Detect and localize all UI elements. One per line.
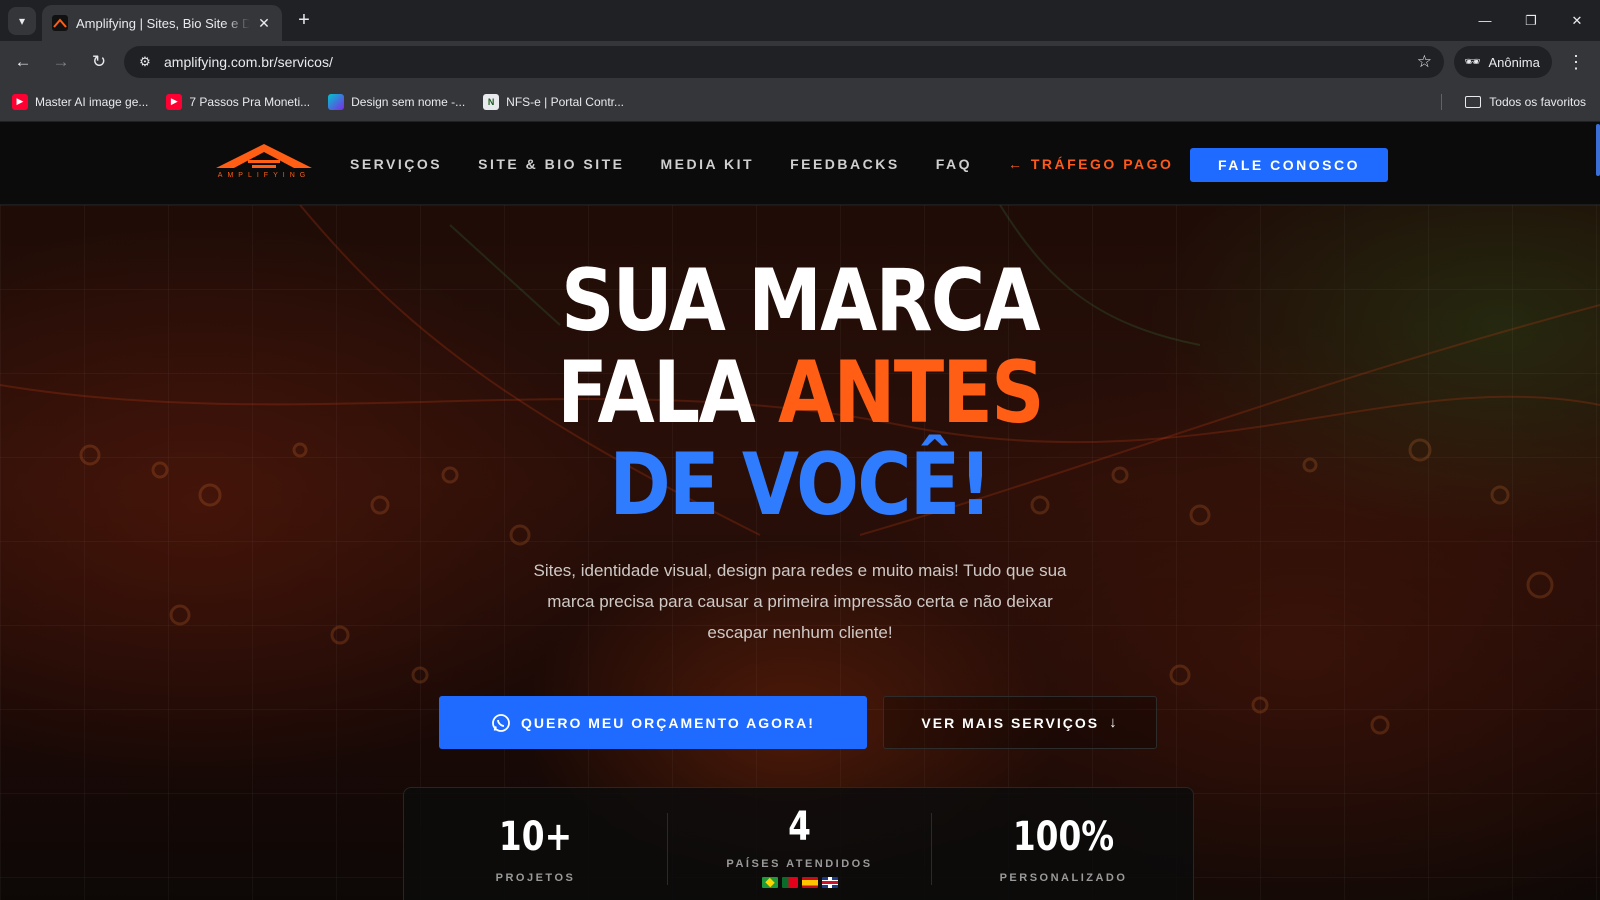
stat-label: PERSONALIZADO [999, 872, 1128, 884]
page-scrollbar[interactable] [1596, 124, 1600, 176]
tab-close-icon[interactable]: ✕ [256, 15, 272, 32]
stat-label: PROJETOS [495, 872, 576, 884]
bookmark-item[interactable]: Design sem nome -... [328, 93, 466, 110]
nav-servicos[interactable]: SERVIÇOS [350, 156, 442, 172]
stats-panel: 10+ PROJETOS 4 PAÍSES ATENDIDOS 100% PER… [403, 787, 1194, 900]
reload-icon[interactable]: ↻ [86, 49, 112, 75]
chevron-down-icon: ▾ [18, 14, 26, 28]
nav-trafego-pago[interactable]: ← TRÁFEGO PAGO [1008, 156, 1173, 172]
tab-title: Amplifying | Sites, Bio Site e Design [76, 15, 250, 31]
quote-button-label: QUERO MEU ORÇAMENTO AGORA! [521, 714, 815, 731]
brazil-flag-icon [761, 877, 778, 888]
bookmarks-bar: ▶ Master AI image ge... ▶ 7 Passos Pra M… [0, 82, 1600, 122]
forward-arrow-icon[interactable]: → [48, 49, 74, 75]
folder-icon [1465, 96, 1482, 108]
nfse-icon: N [483, 93, 500, 110]
stat-label: PAÍSES ATENDIDOS [726, 858, 873, 870]
uk-flag-icon [821, 877, 838, 888]
site-header: AMPLIFYING SERVIÇOS SITE & BIO SITE MEDI… [0, 122, 1600, 205]
amplifying-logo[interactable]: AMPLIFYING [212, 138, 316, 186]
country-flags [668, 877, 931, 888]
more-services-label: VER MAIS SERVIÇOS [921, 714, 1100, 731]
stat-countries: 4 PAÍSES ATENDIDOS [668, 788, 931, 900]
site-info-icon[interactable]: ⚙ [130, 54, 160, 70]
hero-line-2-white: FALA [557, 343, 779, 443]
bookmark-label: NFS-e | Portal Contr... [506, 94, 624, 109]
bookmark-label: Master AI image ge... [35, 94, 149, 109]
bookmark-item[interactable]: N NFS-e | Portal Contr... [483, 93, 624, 110]
hero-subtitle: Sites, identidade visual, design para re… [533, 561, 1067, 642]
window-controls: — ❐ ✕ [1462, 0, 1600, 41]
logo-text: AMPLIFYING [217, 172, 311, 179]
browser-tab-active[interactable]: Amplifying | Sites, Bio Site e Design ✕ [42, 5, 282, 41]
youtube-icon: ▶ [12, 93, 28, 110]
browser-toolbar: ← → ↻ ⚙ amplifying.com.br/servicos/ ☆ 🕶 … [0, 41, 1600, 82]
address-bar[interactable]: ⚙ amplifying.com.br/servicos/ ☆ [124, 46, 1444, 78]
close-window-icon[interactable]: ✕ [1554, 0, 1600, 41]
web-page: AMPLIFYING SERVIÇOS SITE & BIO SITE MEDI… [0, 122, 1600, 900]
nav-feedbacks[interactable]: FEEDBACKS [790, 156, 900, 172]
bookmark-item[interactable]: ▶ 7 Passos Pra Moneti... [166, 93, 311, 110]
all-bookmarks-button[interactable]: Todos os favoritos [1465, 82, 1586, 122]
hero-line-3: DE VOCÊ! [609, 435, 992, 535]
browser-menu-icon[interactable]: ⋮ [1566, 49, 1586, 75]
arrow-down-icon: ↓ [1109, 714, 1119, 731]
new-tab-button[interactable]: + [292, 9, 316, 33]
bookmark-star-icon[interactable]: ☆ [1417, 52, 1432, 72]
site-favicon-icon [52, 15, 68, 31]
youtube-icon: ▶ [166, 93, 183, 110]
stat-personalized: 100% PERSONALIZADO [932, 788, 1195, 900]
whatsapp-icon [491, 713, 511, 733]
hero-headline: SUA MARCA FALA ANTES DE VOCÊ! [112, 255, 1488, 531]
back-arrow-icon[interactable]: ← [10, 49, 36, 75]
hero-line-2-orange: ANTES [778, 343, 1045, 443]
restore-icon[interactable]: ❐ [1508, 0, 1554, 41]
nav-media-kit[interactable]: MEDIA KIT [661, 156, 755, 172]
main-nav: SERVIÇOS SITE & BIO SITE MEDIA KIT FEEDB… [350, 122, 1209, 205]
nav-faq[interactable]: FAQ [936, 156, 972, 172]
quote-whatsapp-button[interactable]: QUERO MEU ORÇAMENTO AGORA! [439, 696, 867, 749]
hero-line-1: SUA MARCA [561, 251, 1041, 351]
canva-icon [328, 93, 345, 110]
url-text[interactable]: amplifying.com.br/servicos/ [164, 54, 1417, 70]
incognito-profile-button[interactable]: 🕶 Anônima [1454, 46, 1552, 78]
stat-value: 10+ [498, 814, 573, 860]
fale-conosco-button[interactable]: FALE CONOSCO [1190, 148, 1388, 182]
bookmark-label: Design sem nome -... [351, 94, 466, 109]
portugal-flag-icon [781, 877, 798, 888]
tab-search-button[interactable]: ▾ [8, 7, 36, 35]
more-services-button[interactable]: VER MAIS SERVIÇOS ↓ [883, 696, 1157, 749]
bookmark-label: 7 Passos Pra Moneti... [189, 94, 311, 109]
incognito-icon: 🕶 [1464, 54, 1481, 69]
bookmark-item[interactable]: ▶ Master AI image ge... [12, 93, 149, 110]
minimize-icon[interactable]: — [1462, 0, 1508, 41]
nav-site-bio-site[interactable]: SITE & BIO SITE [478, 156, 624, 172]
hero-line-2: FALA ANTES [112, 347, 1488, 439]
incognito-label: Anônima [1488, 54, 1540, 70]
all-bookmarks-label: Todos os favoritos [1489, 95, 1586, 109]
spain-flag-icon [801, 877, 818, 888]
stat-projects: 10+ PROJETOS [404, 788, 667, 900]
bookmarks-separator [1441, 94, 1442, 110]
stat-value: 4 [788, 804, 811, 850]
stat-value: 100% [1012, 814, 1115, 860]
browser-tab-bar: ▾ Amplifying | Sites, Bio Site e Design … [0, 0, 1600, 41]
